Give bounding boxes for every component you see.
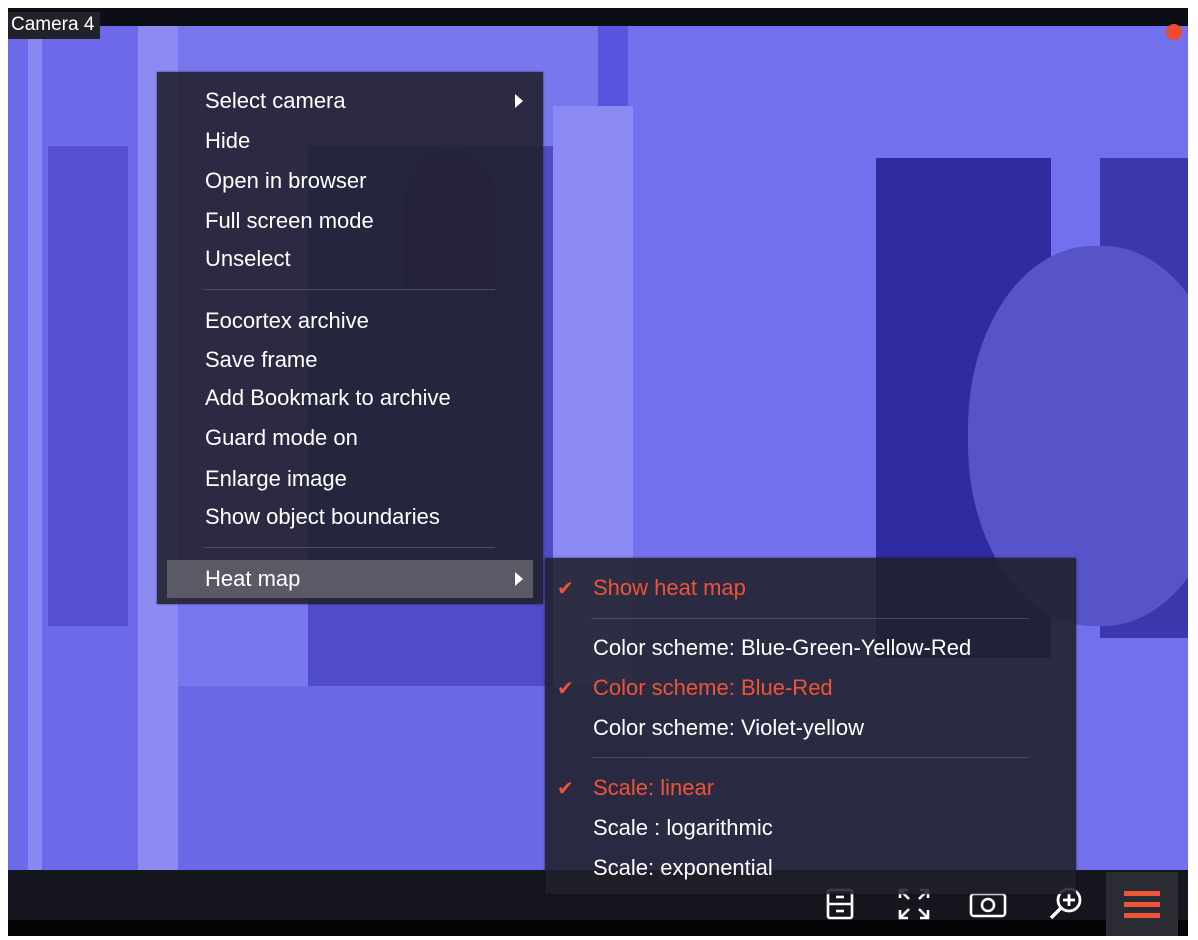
- menu-item-heat-map[interactable]: Heat map: [205, 562, 300, 596]
- submenu-item-scheme-blue-red[interactable]: Color scheme: Blue-Red: [593, 671, 833, 705]
- checkmark-icon: ✔: [557, 576, 574, 600]
- menu-separator: [591, 757, 1029, 758]
- menu-item-select-camera[interactable]: Select camera: [205, 84, 346, 118]
- menu-item-save-frame[interactable]: Save frame: [205, 343, 318, 377]
- menu-separator: [203, 547, 495, 548]
- menu-item-add-bookmark[interactable]: Add Bookmark to archive: [205, 381, 451, 415]
- heat-map-submenu: ✔ Show heat map Color scheme: Blue-Green…: [545, 558, 1076, 894]
- camera-title-bar: [8, 8, 1188, 26]
- menu-item-eocortex-archive[interactable]: Eocortex archive: [205, 304, 369, 338]
- menu-item-guard-mode[interactable]: Guard mode on: [205, 421, 358, 455]
- scene-door-glass: [48, 146, 128, 626]
- menu-item-show-object-boundaries[interactable]: Show object boundaries: [205, 500, 440, 534]
- submenu-item-scale-linear[interactable]: Scale: linear: [593, 771, 714, 805]
- menu-icon: [1124, 891, 1160, 918]
- menu-item-enlarge-image[interactable]: Enlarge image: [205, 462, 347, 496]
- menu-separator: [203, 289, 495, 290]
- menu-item-hide[interactable]: Hide: [205, 124, 250, 158]
- submenu-arrow-icon: [515, 572, 523, 586]
- menu-separator: [591, 618, 1029, 619]
- submenu-item-scheme-violet-yellow[interactable]: Color scheme: Violet-yellow: [593, 711, 864, 745]
- submenu-arrow-icon: [515, 94, 523, 108]
- submenu-item-scale-logarithmic[interactable]: Scale : logarithmic: [593, 811, 773, 845]
- camera-menu-button[interactable]: [1106, 872, 1178, 936]
- submenu-item-show-heat-map[interactable]: Show heat map: [593, 571, 746, 605]
- menu-item-open-in-browser[interactable]: Open in browser: [205, 164, 366, 198]
- toolbar-bottom-strip: [8, 920, 1188, 936]
- checkmark-icon: ✔: [557, 776, 574, 800]
- scene-door-frame: [28, 26, 42, 874]
- menu-item-unselect[interactable]: Unselect: [205, 242, 291, 276]
- recording-indicator-icon: [1166, 24, 1182, 40]
- checkmark-icon: ✔: [557, 676, 574, 700]
- camera-name-label: Camera 4: [8, 12, 101, 39]
- camera-context-menu: Select camera Hide Open in browser Full …: [157, 72, 543, 604]
- submenu-item-scale-exponential[interactable]: Scale: exponential: [593, 851, 773, 885]
- submenu-item-scheme-bgyr[interactable]: Color scheme: Blue-Green-Yellow-Red: [593, 631, 971, 665]
- menu-item-full-screen-mode[interactable]: Full screen mode: [205, 204, 374, 238]
